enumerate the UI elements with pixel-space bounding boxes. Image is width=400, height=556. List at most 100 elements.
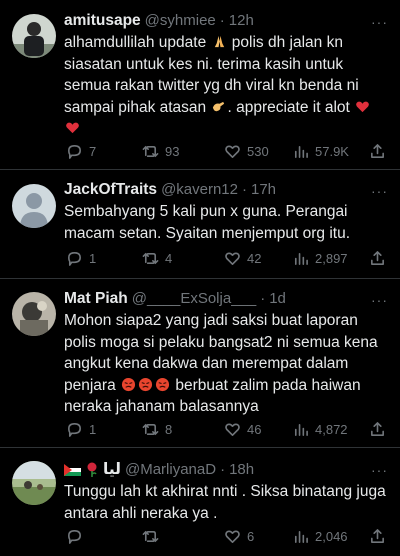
- share-button[interactable]: [369, 421, 386, 438]
- tweet[interactable]: JackOfTraits @kavern12 · 17h ··· Sembahy…: [0, 170, 400, 279]
- share-button[interactable]: [369, 250, 386, 267]
- timestamp[interactable]: 17h: [251, 181, 276, 198]
- angry-face-icon: [155, 377, 170, 391]
- view-count: 2,897: [315, 250, 348, 266]
- views-button[interactable]: 4,872: [292, 421, 348, 438]
- tweet[interactable]: amitusape @syhmiee · 12h ··· alhamdullil…: [0, 0, 400, 170]
- retweet-button[interactable]: 8: [142, 421, 172, 438]
- reply-button[interactable]: 7: [66, 143, 96, 160]
- share-icon: [371, 528, 384, 543]
- share-icon: [371, 143, 384, 158]
- reply-button[interactable]: 1: [66, 421, 96, 438]
- retweet-count: 8: [165, 421, 173, 437]
- avatar[interactable]: [12, 461, 56, 505]
- username[interactable]: @kavern12: [161, 181, 238, 198]
- more-options-icon[interactable]: ···: [371, 292, 388, 308]
- tweet-header: ليا @MarliyanaD · 18h: [64, 460, 386, 479]
- tweet-actions: 1 4 42 2,897: [64, 248, 386, 268]
- angry-face-icon: [121, 377, 136, 391]
- retweet-icon: [142, 530, 159, 542]
- more-options-icon[interactable]: ···: [371, 183, 388, 199]
- like-button[interactable]: 530: [224, 143, 269, 160]
- tweet[interactable]: Mat Piah @____ExSolja___ · 1d ··· Mohon …: [0, 279, 400, 448]
- timestamp[interactable]: 12h: [229, 12, 254, 29]
- tweet-text-segment: sampai pihak atasan: [64, 98, 211, 116]
- avatar[interactable]: [12, 14, 56, 58]
- reply-icon: [68, 422, 81, 437]
- tweet-text-line: neraka jahanam balasannya: [64, 398, 259, 415]
- tweet-header: Mat Piah @____ExSolja___ · 1d: [64, 290, 386, 308]
- tweet-text-line: polis moga si pelaku bangsat2 ni semua k…: [64, 333, 378, 351]
- tweet-text: Tunggu lah kt akhirat nnti . Siksa binat…: [64, 481, 386, 524]
- like-count: 42: [247, 250, 262, 266]
- tweet-text-segment: alhamdullilah update: [64, 34, 211, 51]
- like-count: 530: [247, 143, 269, 159]
- separator-dot: ·: [220, 461, 226, 478]
- reply-count: 1: [89, 250, 97, 266]
- views-button[interactable]: 2,046: [292, 528, 348, 545]
- like-button[interactable]: 46: [224, 421, 261, 438]
- display-name[interactable]: amitusape: [64, 12, 141, 30]
- pinching-hand-icon: [213, 101, 225, 111]
- share-button[interactable]: [369, 143, 386, 160]
- tweet[interactable]: ليا @MarliyanaD · 18h ··· Tunggu lah kt …: [0, 448, 400, 556]
- display-name[interactable]: ليا: [103, 460, 121, 479]
- retweet-button[interactable]: [142, 528, 159, 545]
- more-options-icon[interactable]: ···: [371, 462, 388, 478]
- reply-count: 1: [89, 421, 97, 437]
- like-button[interactable]: 6: [224, 528, 254, 545]
- palestine-flag-icon: [64, 463, 81, 476]
- tweet-text: Sembahyang 5 kali pun x guna. Perangai m…: [64, 201, 386, 244]
- avatar[interactable]: [12, 292, 56, 336]
- timestamp[interactable]: 1d: [269, 290, 286, 307]
- username[interactable]: @MarliyanaD: [125, 461, 216, 478]
- retweet-icon: [142, 145, 159, 157]
- tweet-text: Mohon siapa2 yang jadi saksi buat lapora…: [64, 310, 386, 418]
- tweet-text-segment: . appreciate it alot: [227, 98, 355, 116]
- reply-button[interactable]: [66, 528, 83, 545]
- retweet-count: 4: [165, 250, 173, 266]
- views-chart-icon: [294, 252, 308, 265]
- reply-button[interactable]: 1: [66, 250, 96, 267]
- views-chart-icon: [294, 145, 308, 158]
- retweet-icon: [142, 423, 159, 435]
- praying-hands-icon: [214, 35, 224, 48]
- retweet-icon: [142, 252, 159, 264]
- retweet-count: 93: [165, 143, 180, 159]
- views-button[interactable]: 2,897: [292, 250, 348, 267]
- display-name[interactable]: Mat Piah: [64, 290, 128, 308]
- views-chart-icon: [294, 530, 308, 543]
- username[interactable]: @syhmiee: [145, 12, 216, 29]
- view-count: 4,872: [315, 421, 348, 437]
- heart-icon: [225, 252, 240, 265]
- retweet-button[interactable]: 93: [142, 143, 179, 160]
- like-count: 46: [247, 421, 262, 437]
- tweet-text-line: angkut kena dakwa dan merempat dalam: [64, 355, 349, 372]
- username[interactable]: @____ExSolja___: [132, 290, 256, 307]
- tweet-actions: 7 93 530 57.9K: [64, 141, 386, 161]
- timestamp[interactable]: 18h: [229, 461, 254, 478]
- tweet-text-line: macam setan. Syaitan menjemput org itu.: [64, 224, 351, 242]
- heart-icon: [225, 145, 240, 158]
- tweet-text-segment: berbuat zalim pada haiwan: [171, 376, 361, 394]
- tweet-text-line: siasatan untuk kes ni. terima kasih untu…: [64, 55, 344, 73]
- separator-dot: ·: [242, 181, 247, 198]
- rose-icon: [87, 462, 97, 477]
- timeline-feed: amitusape @syhmiee · 12h ··· alhamdullil…: [0, 0, 400, 556]
- more-options-icon[interactable]: ···: [371, 14, 388, 30]
- views-button[interactable]: 57.9K: [292, 143, 349, 160]
- like-button[interactable]: 42: [224, 250, 261, 267]
- display-name[interactable]: JackOfTraits: [64, 181, 157, 199]
- tweet-text-line: semua rakan twitter yg dh viral kn benda…: [64, 77, 359, 94]
- share-button[interactable]: [369, 528, 386, 545]
- avatar[interactable]: [12, 184, 56, 228]
- tweet-actions: 1 8 46 4,872: [64, 419, 386, 439]
- separator-dot: ·: [260, 290, 266, 307]
- tweet-text-segment: polis dh jalan kn: [227, 34, 343, 51]
- like-count: 6: [247, 528, 255, 544]
- reply-icon: [68, 529, 81, 544]
- retweet-button[interactable]: 4: [142, 250, 172, 267]
- views-chart-icon: [294, 423, 308, 436]
- tweet-text-line: Sembahyang 5 kali pun x guna. Perangai: [64, 203, 348, 220]
- tweet-text-line: Mohon siapa2 yang jadi saksi buat lapora…: [64, 312, 358, 329]
